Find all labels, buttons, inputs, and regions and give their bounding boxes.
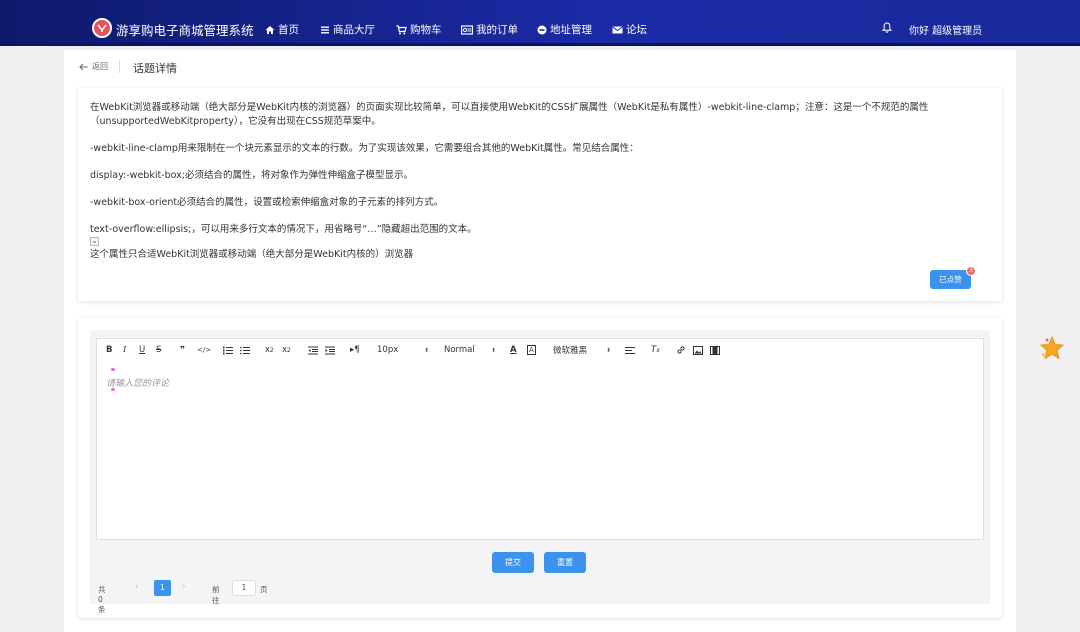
link-icon[interactable] (676, 344, 686, 356)
nav-item-cart[interactable]: 购物车 (396, 22, 442, 37)
nav-item-label: 首页 (278, 24, 299, 36)
top-navbar: 游享购电子商城管理系统 首页 商品大厅 购物车 我的订单 地址管理 论坛 你好 … (0, 0, 1080, 46)
select-arrows-icon: ⬍ (490, 346, 496, 354)
logo-icon (92, 18, 112, 38)
bullet-list-icon[interactable] (240, 344, 250, 356)
nav-item-address[interactable]: 地址管理 (537, 22, 592, 37)
pagination-goto-label: 前往 (212, 585, 220, 605)
outdent-icon[interactable] (308, 344, 318, 356)
nav-item-label: 购物车 (410, 24, 442, 36)
topic-paragraph: -webkit-box-orient必须结合的属性，设置或检索伸缩盒对象的子元素… (90, 197, 444, 208)
back-label: 返回 (92, 62, 108, 71)
broken-image-icon (90, 237, 99, 246)
font-size-select[interactable]: 10px ⬍ (377, 344, 429, 356)
select-arrows-icon: ⬍ (605, 346, 611, 354)
brand-title: 游享购电子商城管理系统 (116, 23, 254, 38)
superscript-icon[interactable]: x2 (282, 344, 291, 356)
nav-item-products[interactable]: 商品大厅 (320, 22, 375, 37)
mail-icon (612, 26, 623, 33)
ordered-list-icon[interactable] (223, 344, 233, 356)
topic-paragraph: display:-webkit-box;必须结合的属性，将对象作为弹性伸缩盒子模… (90, 170, 413, 181)
topic-paragraph: 这个属性只合适WebKit浏览器或移动端（绝大部分是WebKit内核的）浏览器 (90, 249, 414, 260)
video-icon[interactable] (710, 344, 720, 356)
subscript-icon[interactable]: x2 (265, 344, 274, 356)
star-icon (1040, 335, 1064, 360)
topic-content-card: 在WebKit浏览器或移动端（绝大部分是WebKit内核的浏览器）的页面实现比较… (78, 88, 1002, 301)
background-color-icon[interactable]: A (527, 344, 536, 356)
comment-placeholder: 请输入您的评论 (106, 379, 170, 389)
strikethrough-icon[interactable]: S (156, 344, 161, 356)
user-greeting[interactable]: 你好 超级管理员 (909, 22, 982, 37)
liked-button[interactable]: 已点赞 (930, 270, 971, 289)
nav-item-label: 论坛 (626, 24, 647, 36)
like-count-badge: 3 (966, 266, 976, 276)
topic-paragraph: -webkit-line-clamp用来限制在一个块元素显示的文本的行数。为了实… (90, 143, 639, 154)
code-block-icon[interactable]: </> (197, 344, 211, 356)
align-icon[interactable] (625, 344, 635, 356)
indent-icon[interactable] (325, 344, 335, 356)
notification-bell-button[interactable] (881, 22, 893, 36)
cursor-marker-icon (111, 388, 115, 391)
nav-item-orders[interactable]: 我的订单 (461, 22, 518, 37)
topic-paragraph: 在WebKit浏览器或移动端（绝大部分是WebKit内核的浏览器）的页面实现比较… (90, 102, 929, 127)
comment-editor[interactable]: 请输入您的评论 (96, 360, 984, 540)
chevron-left-icon[interactable]: ‹ (135, 582, 139, 592)
underline-icon[interactable]: U (139, 344, 145, 356)
home-icon (265, 25, 275, 34)
heading-select[interactable]: Normal ⬍ (444, 344, 496, 356)
order-icon (461, 24, 473, 35)
pagination-total: 共 0 条 (98, 585, 106, 614)
select-arrows-icon: ⬍ (423, 346, 429, 354)
nav-item-home[interactable]: 首页 (265, 22, 299, 37)
pagination-goto-input[interactable]: 1 (232, 580, 256, 596)
page-title: 话题详情 (133, 62, 177, 75)
nav-item-label: 我的订单 (476, 24, 518, 36)
topic-content: 在WebKit浏览器或移动端（绝大部分是WebKit内核的浏览器）的页面实现比较… (90, 101, 970, 262)
nav-item-label: 商品大厅 (333, 24, 375, 36)
nav-item-label: 地址管理 (550, 24, 592, 36)
heading-value: Normal (444, 345, 475, 355)
submit-button[interactable]: 提交 (492, 552, 534, 573)
font-family-value: 微软雅黑 (553, 346, 588, 356)
comment-form: B I U S ❞ </> x2 x2 ▸¶ 10px ⬍ Normal ⬍ A… (90, 330, 990, 614)
italic-icon[interactable]: I (123, 344, 126, 356)
cart-icon (396, 24, 407, 34)
chevron-right-icon[interactable]: › (182, 582, 186, 592)
text-direction-icon[interactable]: ▸¶ (350, 344, 360, 356)
font-size-value: 10px (377, 345, 399, 355)
clear-format-icon[interactable]: Tx (651, 344, 660, 356)
reset-button[interactable]: 重置 (544, 552, 586, 573)
bold-icon[interactable]: B (106, 344, 112, 356)
topic-paragraph: text-overflow:ellipsis;，可以用来多行文本的情况下，用省略… (90, 224, 477, 235)
nav-item-forum[interactable]: 论坛 (612, 22, 647, 37)
font-color-icon[interactable]: A (510, 344, 517, 356)
comment-card: B I U S ❞ </> x2 x2 ▸¶ 10px ⬍ Normal ⬍ A… (78, 318, 1002, 618)
header-divider (119, 60, 120, 73)
bell-icon (881, 22, 893, 33)
back-button[interactable]: 返回 (79, 61, 108, 72)
pagination-page-button[interactable]: 1 (154, 580, 171, 596)
cursor-marker-icon (111, 368, 115, 371)
favorite-star-button[interactable] (1038, 334, 1066, 365)
main-panel: 返回 话题详情 在WebKit浏览器或移动端（绝大部分是WebKit内核的浏览器… (64, 50, 1016, 632)
editor-toolbar: B I U S ❞ </> x2 x2 ▸¶ 10px ⬍ Normal ⬍ A… (96, 338, 984, 361)
list-icon (321, 26, 329, 33)
pagination-unit-label: 页 (260, 585, 268, 594)
address-icon (537, 25, 547, 34)
image-icon[interactable] (693, 344, 703, 356)
font-family-select[interactable]: 微软雅黑 ⬍ (553, 344, 611, 356)
arrow-left-icon (79, 63, 88, 70)
blockquote-icon[interactable]: ❞ (180, 344, 185, 356)
